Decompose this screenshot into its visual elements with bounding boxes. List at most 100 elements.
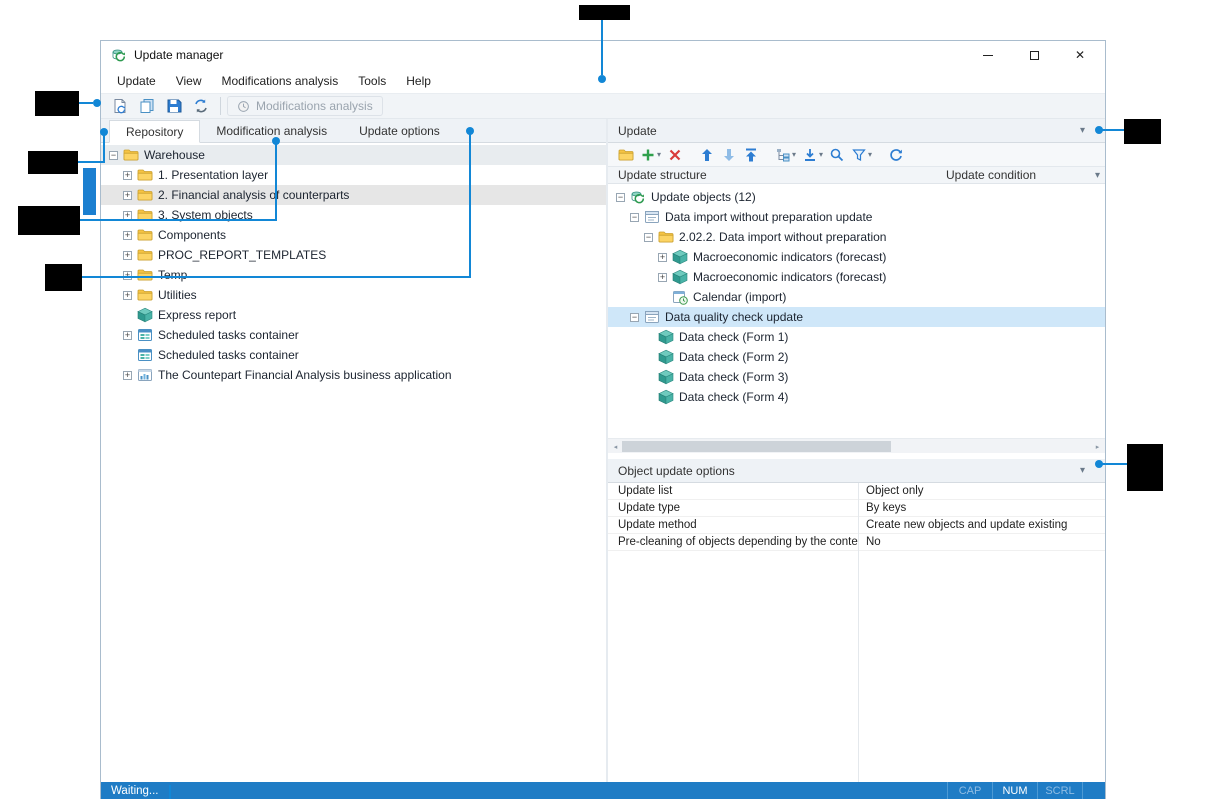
import-button[interactable]: ▾ <box>799 145 826 165</box>
update-row-data-check-form-4[interactable]: Data check (Form 4) <box>608 387 1105 407</box>
close-icon: ✕ <box>1075 49 1085 61</box>
maximize-button[interactable] <box>1027 48 1041 62</box>
update-row-data-check-form-1[interactable]: Data check (Form 1) <box>608 327 1105 347</box>
property-row-pre-cleaning-of-objects-depending-by-the-contents[interactable]: Pre-cleaning of objects depending by the… <box>608 534 1105 551</box>
repository-row-components[interactable]: +Components <box>101 225 606 245</box>
folder-icon <box>618 147 634 163</box>
update-row-data-check-form-3[interactable]: Data check (Form 3) <box>608 367 1105 387</box>
close-button[interactable]: ✕ <box>1073 48 1087 62</box>
repository-row-temp[interactable]: +Temp <box>101 265 606 285</box>
expander-plus-icon[interactable]: + <box>123 191 132 200</box>
expander-plus-icon[interactable]: + <box>658 273 667 282</box>
expander-plus-icon[interactable]: + <box>658 253 667 262</box>
filter-icon <box>851 147 867 163</box>
expander-minus-icon[interactable]: − <box>630 213 639 222</box>
update-row-data-import-without-preparation-update[interactable]: −Data import without preparation update <box>608 207 1105 227</box>
property-value[interactable]: No <box>858 536 1105 548</box>
menu-update[interactable]: Update <box>107 69 166 93</box>
cube-icon <box>672 269 688 285</box>
repository-row-express-report[interactable]: Express report <box>101 305 606 325</box>
update-row-data-check-form-2[interactable]: Data check (Form 2) <box>608 347 1105 367</box>
repository-row-the-countepart-financial-analysis-business-application[interactable]: +The Countepart Financial Analysis busin… <box>101 365 606 385</box>
menu-help[interactable]: Help <box>396 69 441 93</box>
update-columns-header: Update structure Update condition ▾ <box>608 167 1105 184</box>
expander-plus-icon[interactable]: + <box>123 251 132 260</box>
tab-update-options[interactable]: Update options <box>343 119 456 142</box>
scrollbar-thumb[interactable] <box>622 441 891 452</box>
property-value[interactable]: Object only <box>858 485 1105 497</box>
tree-label: Express report <box>158 308 236 322</box>
import-dropdown-icon[interactable]: ▾ <box>819 150 823 159</box>
title-bar: Update manager ✕ <box>101 41 1105 69</box>
property-value[interactable]: By keys <box>858 502 1105 514</box>
import-icon <box>802 147 818 163</box>
tree-view-dropdown-icon[interactable]: ▾ <box>792 150 796 159</box>
expander-minus-icon[interactable]: − <box>644 233 653 242</box>
expander-plus-icon[interactable]: + <box>123 291 132 300</box>
update-condition-dropdown-icon[interactable]: ▾ <box>1095 170 1100 181</box>
property-row-update-type[interactable]: Update typeBy keys <box>608 500 1105 517</box>
update-row-calendar-import[interactable]: Calendar (import) <box>608 287 1105 307</box>
repository-row-proc-report-templates[interactable]: +PROC_REPORT_TEMPLATES <box>101 245 606 265</box>
expander-minus-icon[interactable]: − <box>616 193 625 202</box>
minimize-button[interactable] <box>981 48 995 62</box>
tree-label: Data check (Form 1) <box>679 330 788 344</box>
filter-button[interactable]: ▾ <box>848 145 875 165</box>
menu-tools[interactable]: Tools <box>348 69 396 93</box>
modifications-analysis-button[interactable]: Modifications analysis <box>227 96 383 116</box>
synchronize-button[interactable] <box>187 95 214 117</box>
copy-button[interactable] <box>133 95 160 117</box>
delete-button[interactable] <box>664 145 686 165</box>
modifications-analysis-label: Modifications analysis <box>256 99 373 113</box>
move-up-icon <box>699 147 715 163</box>
move-down-button[interactable] <box>718 145 740 165</box>
statusbar-separator <box>1082 782 1083 799</box>
create-update-button[interactable] <box>106 95 133 117</box>
open-folder-button[interactable] <box>615 145 637 165</box>
repository-row-scheduled-tasks-container[interactable]: +Scheduled tasks container <box>101 325 606 345</box>
menu-modifications-analysis[interactable]: Modifications analysis <box>212 69 349 93</box>
repository-row-scheduled-tasks-container[interactable]: Scheduled tasks container <box>101 345 606 365</box>
repository-row-2-financial-analysis-of-counterparts[interactable]: +2. Financial analysis of counterparts <box>101 185 606 205</box>
callout-line-top <box>601 20 603 75</box>
expander-plus-icon[interactable]: + <box>123 171 132 180</box>
scroll-left-icon[interactable]: ◂ <box>608 439 623 454</box>
update-row-update-objects-12[interactable]: −Update objects (12) <box>608 187 1105 207</box>
menu-view[interactable]: View <box>166 69 212 93</box>
column-update-condition[interactable]: Update condition <box>946 168 1036 182</box>
property-value[interactable]: Create new objects and update existing <box>858 519 1105 531</box>
filter-dropdown-icon[interactable]: ▾ <box>868 150 872 159</box>
property-row-update-method[interactable]: Update methodCreate new objects and upda… <box>608 517 1105 534</box>
update-row-macroeconomic-indicators-forecast[interactable]: +Macroeconomic indicators (forecast) <box>608 267 1105 287</box>
statusbar-scrl-indicator: SCRL <box>1038 785 1082 797</box>
property-grid-divider[interactable] <box>858 483 859 782</box>
expander-plus-icon[interactable]: + <box>123 271 132 280</box>
expander-minus-icon[interactable]: − <box>109 151 118 160</box>
property-row-update-list[interactable]: Update listObject only <box>608 483 1105 500</box>
repository-row-3-system-objects[interactable]: +3. System objects <box>101 205 606 225</box>
expander-plus-icon[interactable]: + <box>123 371 132 380</box>
repository-row-utilities[interactable]: +Utilities <box>101 285 606 305</box>
expander-minus-icon[interactable]: − <box>630 313 639 322</box>
expander-plus-icon[interactable]: + <box>123 331 132 340</box>
move-to-top-button[interactable] <box>740 145 762 165</box>
horizontal-scrollbar[interactable]: ◂ ▸ <box>608 438 1105 453</box>
repository-row-1-presentation-layer[interactable]: +1. Presentation layer <box>101 165 606 185</box>
update-row-data-quality-check-update[interactable]: −Data quality check update <box>608 307 1105 327</box>
column-update-structure[interactable]: Update structure <box>618 168 707 182</box>
refresh-button[interactable] <box>885 145 907 165</box>
update-row-macroeconomic-indicators-forecast[interactable]: +Macroeconomic indicators (forecast) <box>608 247 1105 267</box>
search-button[interactable] <box>826 145 848 165</box>
tree-view-button[interactable]: ▾ <box>772 145 799 165</box>
object-update-options-dropdown-icon[interactable]: ▾ <box>1080 465 1097 476</box>
minimize-icon <box>983 55 993 56</box>
tab-repository[interactable]: Repository <box>109 120 200 143</box>
add-button[interactable]: ▾ <box>637 145 664 165</box>
add-dropdown-icon[interactable]: ▾ <box>657 150 661 159</box>
save-button[interactable] <box>160 95 187 117</box>
move-up-button[interactable] <box>696 145 718 165</box>
expander-plus-icon[interactable]: + <box>123 231 132 240</box>
repository-row-warehouse[interactable]: −Warehouse <box>101 145 606 165</box>
scroll-right-icon[interactable]: ▸ <box>1090 439 1105 454</box>
update-row-2-02-2-data-import-without-preparation[interactable]: −2.02.2. Data import without preparation <box>608 227 1105 247</box>
